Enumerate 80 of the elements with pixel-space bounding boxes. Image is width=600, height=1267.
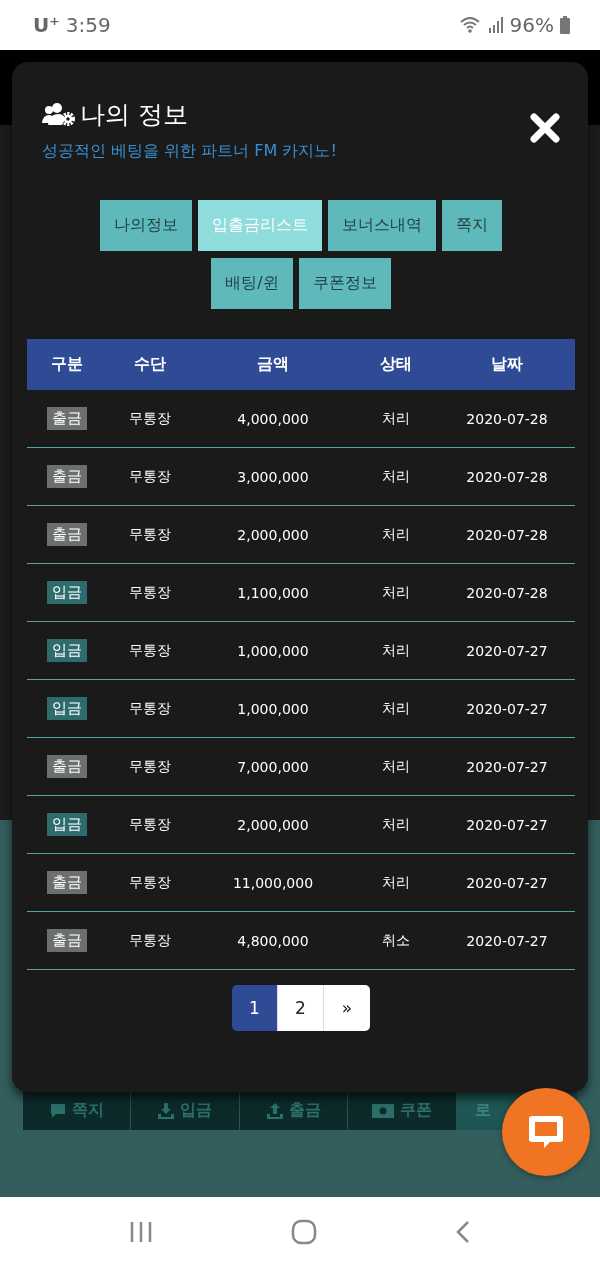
table-cell-text: 2020-07-27 <box>465 700 549 717</box>
home-icon[interactable] <box>291 1219 317 1245</box>
tab[interactable]: 보너스내역 <box>328 200 436 251</box>
table-cell-text: 7,000,000 <box>236 758 310 775</box>
recent-apps-icon[interactable] <box>129 1221 153 1243</box>
page-button[interactable]: » <box>324 985 370 1031</box>
table-cell-text: 무통장 <box>128 583 172 602</box>
table-cell-text: 처리 <box>381 815 411 834</box>
column-header: 금액 <box>256 354 290 375</box>
modal-subtitle: 성공적인 베팅을 위한 파트너 FM 카지노! <box>42 141 337 162</box>
table-cell-text: 처리 <box>381 873 411 892</box>
column-header: 날짜 <box>490 354 524 375</box>
type-badge: 출금 <box>47 929 87 952</box>
table-cell-text: 2020-07-28 <box>465 468 549 485</box>
table-cell-text: 처리 <box>381 525 411 544</box>
table-cell-text: 1,000,000 <box>236 642 310 659</box>
users-gear-icon <box>42 102 76 127</box>
table-cell-text: 2020-07-28 <box>465 584 549 601</box>
table-cell-text: 처리 <box>381 409 411 428</box>
type-badge: 출금 <box>47 755 87 778</box>
table-cell-text: 1,100,000 <box>236 584 310 601</box>
table-cell-text: 처리 <box>381 467 411 486</box>
table-cell-text: 처리 <box>381 583 411 602</box>
type-badge: 출금 <box>47 871 87 894</box>
table-cell-text: 무통장 <box>128 757 172 776</box>
back-icon[interactable] <box>455 1220 471 1244</box>
carrier-label: U⁺ <box>33 13 60 37</box>
table-cell-text: 무통장 <box>128 873 172 892</box>
table-cell-text: 2020-07-28 <box>465 410 549 427</box>
table-cell-text: 무통장 <box>128 409 172 428</box>
table-cell-text: 2020-07-27 <box>465 874 549 891</box>
table-cell-text: 무통장 <box>128 467 172 486</box>
banknote-icon <box>371 1103 394 1118</box>
battery-percent: 96% <box>509 13 554 37</box>
table-cell-text: 1,000,000 <box>236 700 310 717</box>
type-badge: 출금 <box>47 465 87 488</box>
column-header: 수단 <box>133 354 167 375</box>
tab[interactable]: 나의정보 <box>100 200 192 251</box>
table-cell-text: 무통장 <box>128 699 172 718</box>
table-cell-text: 2,000,000 <box>236 526 310 543</box>
table-cell-text: 처리 <box>381 699 411 718</box>
tab[interactable]: 쪽지 <box>442 200 502 251</box>
table-cell-text: 무통장 <box>128 931 172 950</box>
type-badge: 입금 <box>47 813 87 836</box>
download-icon <box>158 1102 175 1119</box>
table-cell-text: 2020-07-27 <box>465 642 549 659</box>
tab[interactable]: 배팅/윈 <box>211 258 293 309</box>
table-cell-text: 무통장 <box>128 525 172 544</box>
table-cell-text: 처리 <box>381 641 411 660</box>
tab[interactable]: 쿠폰정보 <box>298 258 391 309</box>
table-cell-text: 처리 <box>381 757 411 776</box>
type-badge: 출금 <box>47 523 87 546</box>
table-cell-text: 4,800,000 <box>236 932 310 949</box>
table-cell-text: 2020-07-27 <box>465 932 549 949</box>
column-header: 상태 <box>379 354 413 375</box>
table-cell-text: 2020-07-27 <box>465 816 549 833</box>
table-cell-text: 11,000,000 <box>231 874 315 891</box>
table-cell-text: 2020-07-28 <box>465 526 549 543</box>
close-icon[interactable] <box>529 112 561 144</box>
type-badge: 입금 <box>47 697 87 720</box>
page-button[interactable]: 1 <box>232 985 278 1031</box>
table-cell-text: 무통장 <box>128 815 172 834</box>
type-badge: 입금 <box>47 581 87 604</box>
table-cell-text: 2,000,000 <box>236 816 310 833</box>
speech-bubble-icon <box>49 1102 66 1119</box>
wifi-icon <box>459 16 482 34</box>
table-cell-text: 취소 <box>381 931 411 950</box>
battery-icon <box>560 16 570 34</box>
modal-title: 나의 정보 <box>80 99 188 131</box>
table-cell-text: 4,000,000 <box>236 410 310 427</box>
type-badge: 출금 <box>47 407 87 430</box>
signal-icon <box>487 17 504 33</box>
column-header: 구분 <box>50 354 84 375</box>
upload-icon <box>266 1102 283 1119</box>
table-cell-text: 3,000,000 <box>236 468 310 485</box>
type-badge: 입금 <box>47 639 87 662</box>
table-cell-text: 무통장 <box>128 641 172 660</box>
page-button[interactable]: 2 <box>278 985 324 1031</box>
table-cell-text: 2020-07-27 <box>465 758 549 775</box>
clock: 3:59 <box>65 13 111 37</box>
